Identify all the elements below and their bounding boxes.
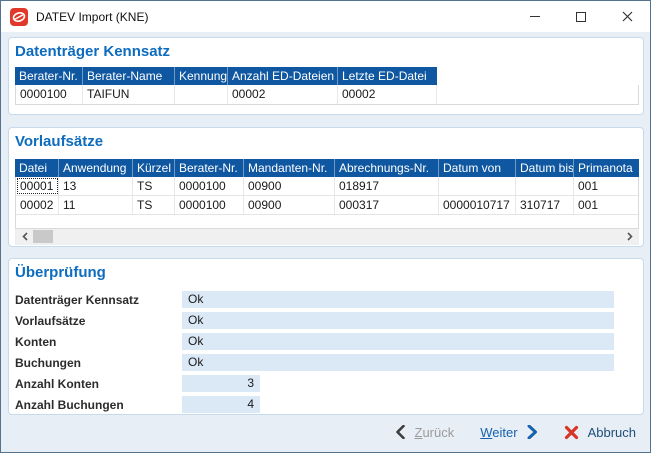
close-button[interactable] [604,1,650,32]
chevron-right-icon [626,232,633,241]
column-header: Berater-Nr. [175,159,244,177]
column-header: Datum bis [516,159,574,177]
abbruch-label: Abbruch [587,424,636,440]
cell-primanota[interactable]: 001 [574,177,638,195]
footer-button-bar: Zurück Weiter Abbruch [1,412,650,452]
maximize-icon [576,11,586,22]
cell-datei[interactable]: 00001 [16,177,59,195]
dialog-window: DATEV Import (KNE) Datenträger Kennsatz … [0,0,651,453]
cell-filler [437,85,638,104]
cell-mandanten-nr[interactable]: 00900 [244,196,335,214]
minimize-button[interactable] [512,1,558,32]
check-value-field: Ok [182,312,614,329]
column-header: Abrechnungs-Nr. [335,159,439,177]
app-icon [10,7,28,26]
cell-primanota[interactable]: 001 [574,196,638,214]
section-title-vorlauf: Vorlaufsätze [15,133,104,150]
chevron-left-icon [21,232,28,241]
check-row: Konten Ok [15,333,635,350]
count-value-field: 3 [182,375,260,392]
chevron-left-icon [396,425,406,439]
column-header: Kennung [175,67,228,85]
column-header: Berater-Nr. [15,67,83,85]
close-icon [622,11,632,22]
column-header: Datei [15,159,59,177]
cell-kennung[interactable] [175,85,228,104]
weiter-button[interactable]: Weiter [480,425,537,440]
check-label: Datenträger Kennsatz [15,292,140,307]
section-title-kennsatz: Datenträger Kennsatz [15,43,171,60]
zurueck-label: Zurück [414,424,455,440]
cell-datum-von[interactable]: 0000010717 [439,196,516,214]
panel-datentraeger-kennsatz: Datenträger Kennsatz Berater-Nr. Berater… [8,37,644,115]
cell-datum-bis[interactable]: 310717 [516,196,574,214]
column-header: Berater-Name [83,67,175,85]
weiter-label: Weiter [480,424,518,440]
check-row: Anzahl Buchungen 4 [15,396,635,413]
check-label: Vorlaufsätze [15,313,86,328]
check-value-field: Ok [182,291,614,308]
cell-berater-name[interactable]: TAIFUN [83,85,175,104]
scroll-left-button[interactable] [17,229,32,244]
check-label: Anzahl Buchungen [15,397,124,412]
check-row: Buchungen Ok [15,354,635,371]
cell-berater-nr[interactable]: 0000100 [175,177,244,195]
maximize-button[interactable] [558,1,604,32]
cell-berater-nr[interactable]: 0000100 [175,196,244,214]
check-label: Anzahl Konten [15,376,99,391]
kennsatz-table: Berater-Nr. Berater-Name Kennung Anzahl … [15,67,639,105]
table-row[interactable]: 00002 11 TS 0000100 00900 000317 0000010… [16,196,638,215]
column-header: Anwendung [59,159,133,177]
check-value-field: Ok [182,333,614,350]
check-row: Vorlaufsätze Ok [15,312,635,329]
cell-berater-nr[interactable]: 0000100 [16,85,83,104]
cell-letzte-ed[interactable]: 00002 [338,85,437,104]
check-row: Anzahl Konten 3 [15,375,635,392]
horizontal-scrollbar[interactable] [15,229,639,245]
table-row[interactable]: 0000100 TAIFUN 00002 00002 [16,85,638,104]
abbruch-button[interactable]: Abbruch [564,425,636,440]
column-header: Primanota [574,159,639,177]
cell-abrechnungs-nr[interactable]: 000317 [335,196,439,214]
section-title-pruefung: Überprüfung [15,264,106,281]
count-value-field: 4 [182,396,260,413]
vorlauf-table: Datei Anwendung Kürzel Berater-Nr. Manda… [15,159,639,245]
column-header: Mandanten-Nr. [244,159,335,177]
chevron-right-icon [527,425,537,439]
check-label: Konten [15,334,57,349]
titlebar[interactable]: DATEV Import (KNE) [1,1,650,32]
check-value-field: Ok [182,354,614,371]
cell-datei[interactable]: 00002 [16,196,59,214]
cell-datum-von[interactable] [439,177,516,195]
panel-ueberpruefung: Überprüfung Datenträger Kennsatz Ok Vorl… [8,258,644,415]
cell-anzahl-ed[interactable]: 00002 [228,85,338,104]
cell-abrechnungs-nr[interactable]: 018917 [335,177,439,195]
table-row[interactable]: 00001 13 TS 0000100 00900 018917 001 [16,177,638,196]
column-header: Letzte ED-Datei [338,67,437,85]
column-header: Anzahl ED-Dateien [228,67,338,85]
cell-kuerzel[interactable]: TS [133,177,175,195]
cancel-x-icon [564,425,578,439]
minimize-icon [530,16,540,17]
window-title: DATEV Import (KNE) [36,9,149,24]
vorlauf-table-header: Datei Anwendung Kürzel Berater-Nr. Manda… [15,159,639,177]
scrollbar-thumb[interactable] [33,230,53,243]
check-label: Buchungen [15,355,81,370]
kennsatz-table-header: Berater-Nr. Berater-Name Kennung Anzahl … [15,67,639,85]
cell-mandanten-nr[interactable]: 00900 [244,177,335,195]
cell-anwendung[interactable]: 13 [59,177,133,195]
panel-vorlaufsaetze: Vorlaufsätze Datei Anwendung Kürzel Bera… [8,127,644,247]
check-row: Datenträger Kennsatz Ok [15,291,635,308]
column-header: Kürzel [133,159,175,177]
scroll-right-button[interactable] [622,229,637,244]
zurueck-button[interactable]: Zurück [395,425,454,440]
cell-anwendung[interactable]: 11 [59,196,133,214]
empty-table-space [16,215,638,228]
cell-kuerzel[interactable]: TS [133,196,175,214]
column-header: Datum von [439,159,516,177]
cell-datum-bis[interactable] [516,177,574,195]
